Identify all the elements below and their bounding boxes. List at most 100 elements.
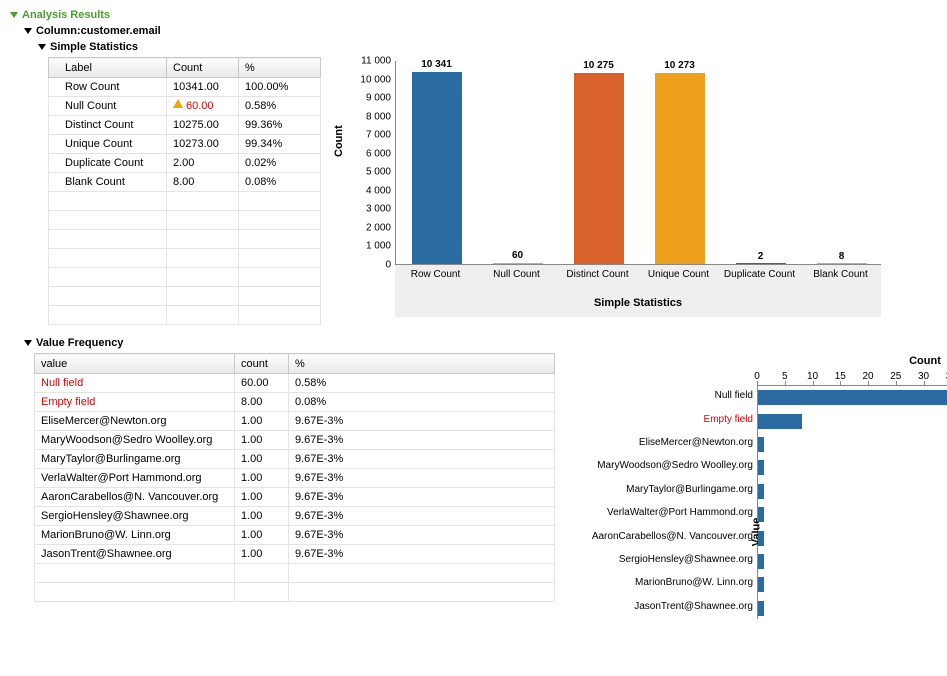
table-row: [49, 249, 321, 268]
chart-bar: [758, 414, 802, 429]
x-tick-label: 35: [941, 371, 947, 382]
table-row[interactable]: JasonTrent@Shawnee.org1.009.67E-3%: [35, 545, 555, 564]
chart-y-axis-label: Count: [333, 125, 345, 157]
table-row[interactable]: Blank Count8.000.08%: [49, 173, 321, 192]
y-category-label: MaryTaylor@Burlingame.org: [557, 484, 753, 496]
column-title: Column:customer.email: [36, 25, 161, 37]
freq-value: Null field: [35, 374, 235, 393]
freq-pct: 9.67E-3%: [289, 431, 555, 450]
table-row[interactable]: EliseMercer@Newton.org1.009.67E-3%: [35, 412, 555, 431]
table-row: [49, 230, 321, 249]
chevron-down-icon: [38, 44, 46, 50]
table-row[interactable]: MarionBruno@W. Linn.org1.009.67E-3%: [35, 526, 555, 545]
chart-bar: [758, 577, 764, 592]
section-value-frequency[interactable]: Value Frequency: [24, 337, 937, 349]
table-row: [49, 306, 321, 325]
y-category-label: EliseMercer@Newton.org: [557, 437, 753, 449]
chevron-down-icon: [24, 28, 32, 34]
column-header[interactable]: %: [289, 354, 555, 374]
column-header[interactable]: Label: [49, 58, 167, 78]
chart-bar: [758, 601, 764, 616]
stat-pct: 100.00%: [239, 78, 321, 97]
stat-pct: 99.36%: [239, 116, 321, 135]
chevron-down-icon: [10, 12, 18, 18]
column-header[interactable]: value: [35, 354, 235, 374]
bar-value-label: 10 273: [640, 60, 720, 71]
table-row[interactable]: Duplicate Count2.000.02%: [49, 154, 321, 173]
chart-bar: [758, 460, 764, 475]
y-category-label: AaronCarabellos@N. Vancouver.org: [557, 531, 753, 543]
table-row[interactable]: MaryTaylor@Burlingame.org1.009.67E-3%: [35, 450, 555, 469]
bar-value-label: 60: [478, 250, 558, 261]
section-analysis-results[interactable]: Analysis Results: [10, 9, 937, 21]
stat-label: Blank Count: [49, 173, 167, 192]
table-row[interactable]: Unique Count10273.0099.34%: [49, 135, 321, 154]
y-tick-label: 1 000: [351, 241, 391, 252]
table-row[interactable]: SergioHensley@Shawnee.org1.009.67E-3%: [35, 507, 555, 526]
table-row[interactable]: VerlaWalter@Port Hammond.org1.009.67E-3%: [35, 469, 555, 488]
section-simple-stats[interactable]: Simple Statistics: [38, 41, 937, 53]
simple-stats-chart: Count 01 0002 0003 0004 0005 0006 0007 0…: [331, 57, 891, 317]
stat-count: 10275.00: [167, 116, 239, 135]
chart-bar: [574, 73, 624, 264]
y-category-label: Null field: [557, 390, 753, 402]
y-tick-label: 11 000: [351, 56, 391, 67]
freq-count: 1.00: [235, 431, 289, 450]
stat-label: Distinct Count: [49, 116, 167, 135]
table-row[interactable]: Distinct Count10275.0099.36%: [49, 116, 321, 135]
stat-count: 60.00: [167, 97, 239, 116]
table-row[interactable]: Null field60.000.58%: [35, 374, 555, 393]
analysis-results-title: Analysis Results: [22, 9, 110, 21]
value-frequency-title: Value Frequency: [36, 337, 123, 349]
y-tick-label: 10 000: [351, 74, 391, 85]
y-tick-label: 0: [351, 260, 391, 271]
table-row: [49, 192, 321, 211]
freq-count: 1.00: [235, 450, 289, 469]
table-row[interactable]: Null Count60.000.58%: [49, 97, 321, 116]
y-category-label: VerlaWalter@Port Hammond.org: [557, 507, 753, 519]
freq-count: 1.00: [235, 469, 289, 488]
x-category-label: Unique Count: [640, 269, 718, 280]
table-row[interactable]: Row Count10341.00100.00%: [49, 78, 321, 97]
freq-pct: 0.08%: [289, 393, 555, 412]
freq-pct: 9.67E-3%: [289, 488, 555, 507]
column-header[interactable]: %: [239, 58, 321, 78]
bar-value-label: 8: [802, 251, 882, 262]
freq-value: EliseMercer@Newton.org: [35, 412, 235, 431]
freq-pct: 9.67E-3%: [289, 545, 555, 564]
hchart-x-axis-title: Count: [757, 355, 947, 367]
table-row[interactable]: AaronCarabellos@N. Vancouver.org1.009.67…: [35, 488, 555, 507]
stat-count: 10341.00: [167, 78, 239, 97]
chart-bar: [412, 72, 462, 264]
table-row[interactable]: Empty field8.000.08%: [35, 393, 555, 412]
freq-value: SergioHensley@Shawnee.org: [35, 507, 235, 526]
y-tick-label: 7 000: [351, 130, 391, 141]
stat-pct: 0.58%: [239, 97, 321, 116]
freq-count: 8.00: [235, 393, 289, 412]
bar-value-label: 10 275: [559, 60, 639, 71]
freq-value: MarionBruno@W. Linn.org: [35, 526, 235, 545]
table-row: [49, 211, 321, 230]
table-row: [35, 564, 555, 583]
bar-value-label: 10 341: [397, 59, 477, 70]
freq-pct: 0.58%: [289, 374, 555, 393]
chart-bar: [758, 507, 764, 522]
y-tick-label: 3 000: [351, 204, 391, 215]
chart-bar: [817, 263, 867, 264]
table-row[interactable]: MaryWoodson@Sedro Woolley.org1.009.67E-3…: [35, 431, 555, 450]
section-column[interactable]: Column:customer.email: [24, 25, 937, 37]
y-tick-label: 8 000: [351, 111, 391, 122]
freq-count: 1.00: [235, 526, 289, 545]
stat-pct: 0.08%: [239, 173, 321, 192]
freq-pct: 9.67E-3%: [289, 507, 555, 526]
freq-value: AaronCarabellos@N. Vancouver.org: [35, 488, 235, 507]
freq-count: 60.00: [235, 374, 289, 393]
freq-count: 1.00: [235, 488, 289, 507]
stat-pct: 0.02%: [239, 154, 321, 173]
chart-bar: [758, 531, 764, 546]
column-header[interactable]: count: [235, 354, 289, 374]
column-header[interactable]: Count: [167, 58, 239, 78]
stat-label: Duplicate Count: [49, 154, 167, 173]
stat-label: Null Count: [49, 97, 167, 116]
x-category-label: Blank Count: [802, 269, 880, 280]
